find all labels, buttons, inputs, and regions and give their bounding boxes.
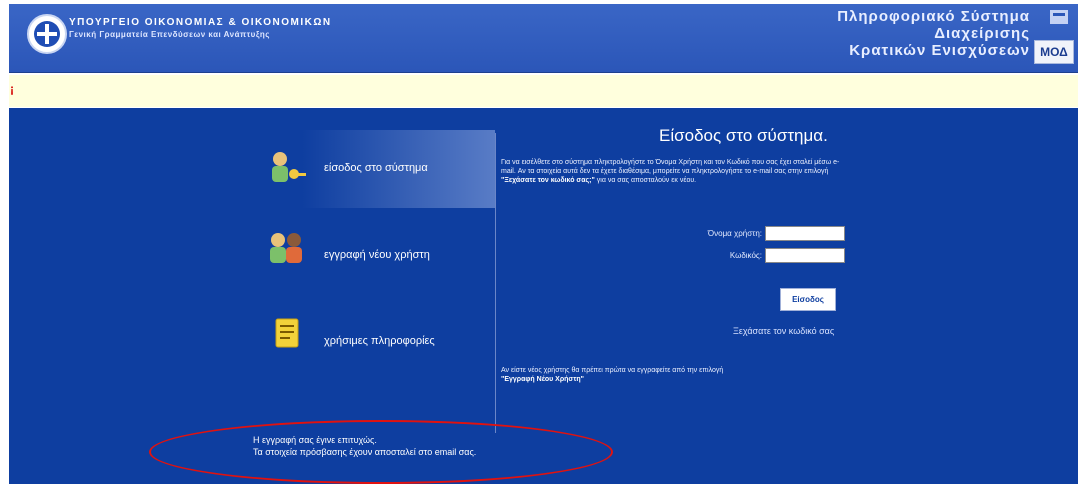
new-user-note: Αν είστε νέος χρήστης θα πρέπει πρώτα να… [501,366,851,384]
strip-marker-icon: ¡ [10,82,14,96]
new-user-register-link[interactable]: "Εγγραφή Νέου Χρήστη" [501,376,584,383]
logo-mark-icon [1050,10,1068,24]
menu-label-register: εγγραφή νέου χρήστη [324,249,430,261]
forgot-password-link[interactable]: Ξεχάσατε τον κωδικό σας [733,326,834,336]
greek-emblem-icon [27,14,67,54]
menu-item-login[interactable]: είσοδος στο σύστημα [267,148,467,192]
password-label: Κωδικός: [729,251,762,260]
login-submit-button[interactable]: Είσοδος [780,288,836,311]
login-instructions: Για να εισέλθετε στο σύστημα πληκτρολογή… [501,158,851,185]
new-user-note-text: Αν είστε νέος χρήστης θα πρέπει πρώτα να… [501,367,724,374]
username-label: Όνομα χρήστη: [707,229,762,238]
instructions-text-2: Αν τα στοιχεία αυτά δεν τα έχετε διαθέσι… [517,168,829,175]
login-title: Είσοδος στο σύστημα. [659,126,828,145]
new-users-icon [270,233,302,263]
menu-item-register[interactable]: εγγραφή νέου χρήστη [267,228,467,272]
info-note-icon [275,318,299,348]
ministry-name: ΥΠΟΥΡΓΕΙΟ ΟΙΚΟΝΟΜΙΑΣ & ΟΙΚΟΝΟΜΙΚΩΝ [69,17,332,28]
username-input[interactable] [765,226,845,241]
password-input[interactable] [765,248,845,263]
main-panel: είσοδος στο σύστημα εγγραφή νέου χρήστη … [9,108,1078,484]
header-banner: ΥΠΟΥΡΓΕΙΟ ΟΙΚΟΝΟΜΙΑΣ & ΟΙΚΟΝΟΜΙΚΩΝ Γενικ… [9,4,1078,73]
system-title-line3: Κρατικών Ενισχύσεων [849,42,1030,59]
status-strip: ¡ [9,75,1078,107]
menu-label-info: χρήσιμες πληροφορίες [324,335,435,347]
login-key-user-icon [272,152,306,182]
menu-item-info[interactable]: χρήσιμες πληροφορίες [273,314,473,358]
system-title-line1: Πληροφοριακό Σύστημα [837,8,1030,25]
moda-logo: ΜΟΔ [1034,40,1074,64]
instructions-text-3: για να σας αποσταλούν εκ νέου. [596,177,697,184]
instructions-forgot-link: "Ξεχάσατε τον κωδικό σας;" [501,177,595,184]
vertical-divider [495,133,496,433]
system-title-line2: Διαχείρισης [934,25,1030,42]
menu-label-login: είσοδος στο σύστημα [324,162,428,174]
ministry-subtitle: Γενική Γραμματεία Επενδύσεων και Ανάπτυξ… [69,30,270,39]
red-highlight-ellipse [149,420,613,484]
system-title: Πληροφοριακό Σύστημα Διαχείρισης Κρατικώ… [837,8,1030,59]
